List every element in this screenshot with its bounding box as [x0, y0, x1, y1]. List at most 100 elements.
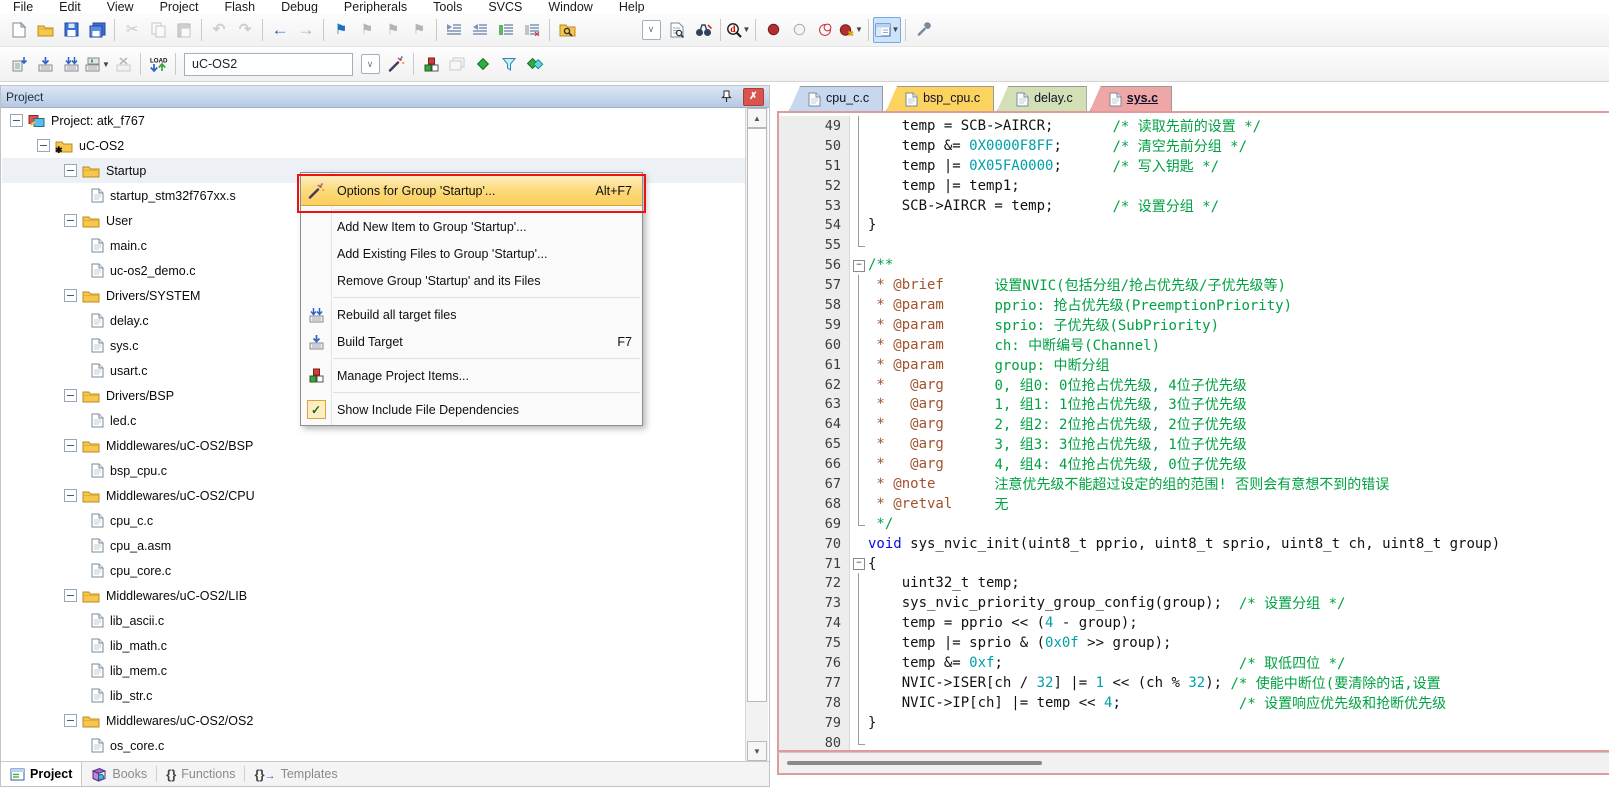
- select-software-packs-icon[interactable]: [496, 52, 522, 76]
- menu-edit[interactable]: Edit: [46, 0, 94, 14]
- outdent-icon[interactable]: [467, 18, 493, 42]
- collapse-icon[interactable]: [37, 139, 50, 152]
- menu-project[interactable]: Project: [147, 0, 212, 14]
- save-icon[interactable]: [58, 18, 84, 42]
- insert-bookmark-icon[interactable]: ⚑: [328, 18, 354, 42]
- chevron-down-icon[interactable]: ▼: [102, 60, 110, 69]
- collapse-icon[interactable]: [64, 389, 77, 402]
- editor-tab-cpu-c-c[interactable]: cpu_c.c: [789, 86, 883, 111]
- menu-item-build-target[interactable]: Build TargetF7: [301, 328, 642, 355]
- tree-item-lib-math-c[interactable]: lib_math.c: [2, 633, 745, 658]
- menu-item-add-new-item-to-group-startup-[interactable]: Add New Item to Group 'Startup'...: [301, 213, 642, 240]
- tree-item-os-core-c[interactable]: os_core.c: [2, 733, 745, 758]
- menu-window[interactable]: Window: [535, 0, 605, 14]
- scrollbar-thumb[interactable]: [747, 128, 767, 702]
- menu-item-options-for-group-startup-[interactable]: Options for Group 'Startup'...Alt+F7: [301, 175, 642, 206]
- menu-view[interactable]: View: [94, 0, 147, 14]
- hscrollbar-thumb[interactable]: [787, 761, 1042, 765]
- collapse-icon[interactable]: [64, 214, 77, 227]
- pack-installer-icon[interactable]: [522, 52, 548, 76]
- navigate-back-icon[interactable]: ←: [267, 18, 293, 42]
- find-in-files-icon[interactable]: [664, 18, 690, 42]
- copy-icon[interactable]: [145, 18, 171, 42]
- insert-breakpoint-icon[interactable]: [760, 18, 786, 42]
- kill-all-breakpoints-icon[interactable]: ▼: [838, 18, 864, 42]
- navigate-forward-icon[interactable]: →: [293, 18, 319, 42]
- search-combo-icon[interactable]: ∨: [638, 18, 664, 42]
- menu-item-manage-project-items-[interactable]: Manage Project Items...: [301, 362, 642, 389]
- collapse-icon[interactable]: [64, 589, 77, 602]
- target-select[interactable]: uC-OS2: [184, 53, 353, 76]
- tree-item-middlewares-uc-os2-bsp[interactable]: Middlewares/uC-OS2/BSP: [2, 433, 745, 458]
- menu-item-show-include-file-dependencies[interactable]: ✓Show Include File Dependencies: [301, 396, 642, 423]
- undo-icon[interactable]: ↶: [206, 18, 232, 42]
- tree-item-lib-mem-c[interactable]: lib_mem.c: [2, 658, 745, 683]
- tree-item-project-atk-f767[interactable]: Project: atk_f767: [2, 108, 745, 133]
- menu-tools[interactable]: Tools: [420, 0, 475, 14]
- save-all-icon[interactable]: [84, 18, 110, 42]
- chevron-down-icon[interactable]: ▼: [743, 25, 751, 34]
- cut-icon[interactable]: ✂: [119, 18, 145, 42]
- uncomment-icon[interactable]: [519, 18, 545, 42]
- collapse-icon[interactable]: [64, 289, 77, 302]
- tree-item-middlewares-uc-os2-os2[interactable]: Middlewares/uC-OS2/OS2: [2, 708, 745, 733]
- find-in-files-folder-icon[interactable]: [554, 18, 580, 42]
- scroll-up-icon[interactable]: ▲: [747, 108, 767, 128]
- new-file-icon[interactable]: [6, 18, 32, 42]
- chevron-down-icon[interactable]: ▼: [855, 25, 863, 34]
- clear-bookmarks-icon[interactable]: ⚑: [406, 18, 432, 42]
- collapse-icon[interactable]: [64, 714, 77, 727]
- panel-tab-templates[interactable]: {}→Templates: [245, 762, 346, 786]
- panel-tab-functions[interactable]: {}Functions: [157, 762, 244, 786]
- stop-build-icon[interactable]: [110, 52, 136, 76]
- chevron-down-icon[interactable]: ▼: [892, 25, 900, 34]
- scroll-down-icon[interactable]: ▼: [747, 741, 767, 761]
- menu-help[interactable]: Help: [606, 0, 658, 14]
- next-bookmark-icon[interactable]: ⚑: [354, 18, 380, 42]
- menu-item-add-existing-files-to-group-startup-[interactable]: Add Existing Files to Group 'Startup'...: [301, 240, 642, 267]
- manage-components-icon[interactable]: [444, 52, 470, 76]
- batch-build-icon[interactable]: ▼: [84, 52, 110, 76]
- manage-run-time-environment-icon[interactable]: [470, 52, 496, 76]
- menu-peripherals[interactable]: Peripherals: [331, 0, 420, 14]
- tree-item-uc-os2[interactable]: ✱uC-OS2: [2, 133, 745, 158]
- tree-item-lib-str-c[interactable]: lib_str.c: [2, 683, 745, 708]
- incremental-find-icon[interactable]: [690, 18, 716, 42]
- menu-debug[interactable]: Debug: [268, 0, 331, 14]
- build-icon[interactable]: [32, 52, 58, 76]
- configure-tools-icon[interactable]: [910, 18, 936, 42]
- collapse-icon[interactable]: [64, 489, 77, 502]
- editor-tab-bsp-cpu-c[interactable]: bsp_cpu.c: [886, 86, 994, 111]
- menu-file[interactable]: File: [0, 0, 46, 14]
- tree-item-bsp-cpu-c[interactable]: bsp_cpu.c: [2, 458, 745, 483]
- collapse-icon[interactable]: [10, 114, 23, 127]
- tree-scrollbar[interactable]: ▲ ▼: [745, 108, 768, 761]
- prev-bookmark-icon[interactable]: ⚑: [380, 18, 406, 42]
- fold-collapse-icon[interactable]: [850, 255, 868, 275]
- project-window-toggle-icon[interactable]: ▼: [873, 17, 901, 43]
- download-icon[interactable]: LOAD: [145, 52, 171, 76]
- paste-icon[interactable]: [171, 18, 197, 42]
- tree-item-lib-ascii-c[interactable]: lib_ascii.c: [2, 608, 745, 633]
- close-icon[interactable]: ✗: [743, 88, 764, 106]
- open-file-icon[interactable]: [32, 18, 58, 42]
- menu-item-rebuild-all-target-files[interactable]: Rebuild all target files: [301, 301, 642, 328]
- comment-icon[interactable]: [493, 18, 519, 42]
- tree-item-middlewares-uc-os2-lib[interactable]: Middlewares/uC-OS2/LIB: [2, 583, 745, 608]
- editor-tab-delay-c[interactable]: delay.c: [997, 86, 1087, 111]
- manage-project-items-icon[interactable]: [418, 52, 444, 76]
- editor-hscrollbar[interactable]: [777, 752, 1609, 775]
- editor-tab-sys-c[interactable]: sys.c: [1090, 86, 1172, 111]
- tree-item-middlewares-uc-os2-cpu[interactable]: Middlewares/uC-OS2/CPU: [2, 483, 745, 508]
- translate-file-icon[interactable]: [6, 52, 32, 76]
- fold-collapse-icon[interactable]: [850, 554, 868, 574]
- tree-item-cpu-a-asm[interactable]: cpu_a.asm: [2, 533, 745, 558]
- tree-item-cpu-c-c[interactable]: cpu_c.c: [2, 508, 745, 533]
- redo-icon[interactable]: ↷: [232, 18, 258, 42]
- enable-breakpoint-icon[interactable]: [786, 18, 812, 42]
- disable-all-breakpoints-icon[interactable]: [812, 18, 838, 42]
- menu-flash[interactable]: Flash: [211, 0, 268, 14]
- code-view[interactable]: 49 temp = SCB->AIRCR; /* 读取先前的设置 */50 te…: [777, 111, 1609, 752]
- pin-icon[interactable]: [717, 89, 735, 105]
- indent-icon[interactable]: [441, 18, 467, 42]
